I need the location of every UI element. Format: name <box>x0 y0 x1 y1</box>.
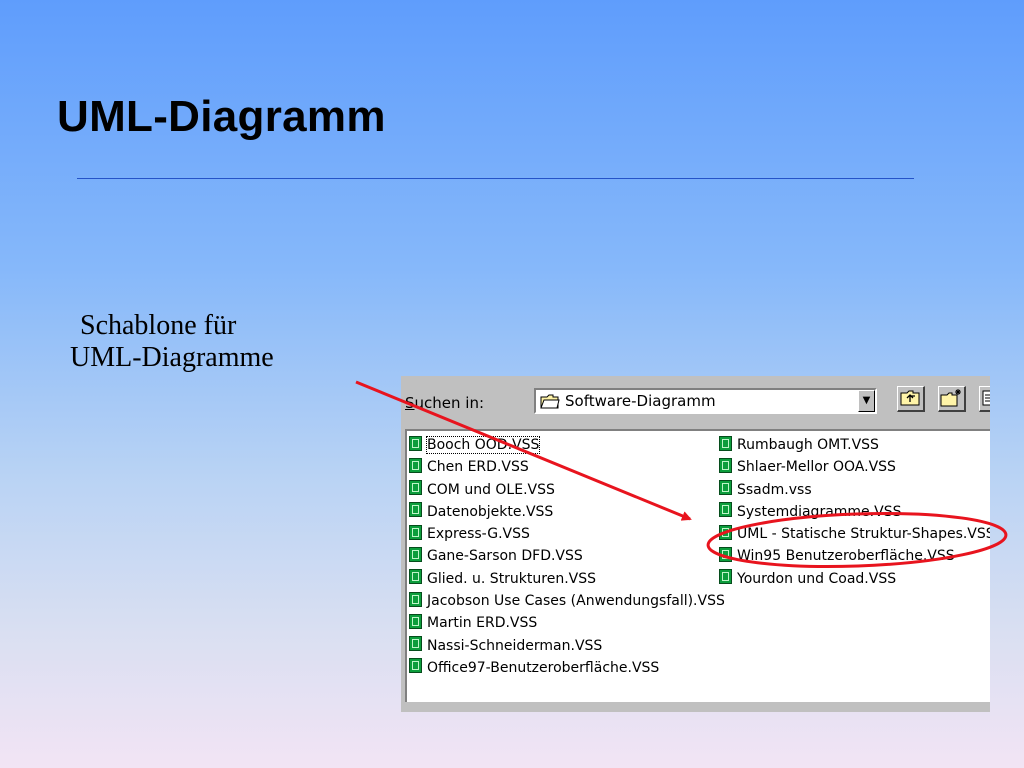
file-name: Nassi-Schneiderman.VSS <box>427 637 603 654</box>
file-list-item[interactable]: Yourdon und Coad.VSS <box>719 569 990 591</box>
caption-line-2: UML-Diagramme <box>70 342 274 373</box>
file-list-item[interactable]: Chen ERD.VSS <box>409 457 725 479</box>
caption: Schablone für UML-Diagramme <box>70 310 274 374</box>
file-name: Gane-Sarson DFD.VSS <box>427 548 583 565</box>
file-name: Rumbaugh OMT.VSS <box>737 437 879 453</box>
file-name: Office97-Benutzeroberfläche.VSS <box>427 659 660 676</box>
file-name: Datenobjekte.VSS <box>427 503 554 520</box>
file-list-column-2: Rumbaugh OMT.VSS Shlaer-Mellor OOA.VSS Ssa… <box>719 435 990 591</box>
visio-stencil-icon <box>719 457 732 473</box>
file-name: Systemdiagramme.VSS <box>737 503 902 520</box>
file-name: Booch OOD.VSS <box>425 436 541 454</box>
create-new-folder-button[interactable] <box>938 386 966 412</box>
caption-line-1: Schablone für <box>80 310 237 341</box>
file-list[interactable]: Booch OOD.VSS Chen ERD.VSS COM und OLE.VSS… <box>405 429 990 702</box>
visio-stencil-icon <box>409 658 422 674</box>
file-list-item[interactable]: Rumbaugh OMT.VSS <box>719 435 990 457</box>
up-one-level-icon <box>900 390 920 406</box>
look-in-label: Suchen in: <box>405 394 485 412</box>
file-list-item[interactable]: Jacobson Use Cases (Anwendungsfall).VSS <box>409 591 725 613</box>
look-in-value: Software-Diagramm <box>565 392 716 410</box>
visio-stencil-icon <box>719 524 732 540</box>
visio-stencil-icon <box>719 502 732 518</box>
list-view-icon <box>982 390 990 406</box>
file-list-item[interactable]: Systemdiagramme.VSS <box>719 502 990 524</box>
title-divider <box>77 178 914 179</box>
file-list-item[interactable]: Shlaer-Mellor OOA.VSS <box>719 457 990 479</box>
visio-stencil-icon <box>719 435 732 451</box>
visio-stencil-icon <box>409 457 422 473</box>
visio-stencil-icon <box>719 480 732 496</box>
dropdown-arrow-button[interactable]: ▼ <box>858 390 875 412</box>
visio-stencil-icon <box>409 546 422 562</box>
visio-stencil-icon <box>409 480 422 496</box>
file-name: Ssadm.vss <box>737 481 812 498</box>
folder-icon <box>540 394 560 409</box>
file-list-item[interactable]: Martin ERD.VSS <box>409 613 725 635</box>
file-list-item[interactable]: Gane-Sarson DFD.VSS <box>409 546 725 568</box>
file-list-column-1: Booch OOD.VSS Chen ERD.VSS COM und OLE.VSS… <box>409 435 725 680</box>
file-list-item[interactable]: Booch OOD.VSS <box>409 435 725 457</box>
slide-title: UML-Diagramm <box>57 92 386 141</box>
file-name: Express-G.VSS <box>427 526 530 543</box>
visio-stencil-icon <box>409 569 422 585</box>
file-name: Yourdon und Coad.VSS <box>737 570 897 587</box>
file-list-item[interactable]: Express-G.VSS <box>409 524 725 546</box>
file-name: Glied. u. Strukturen.VSS <box>427 570 597 587</box>
file-name: COM und OLE.VSS <box>427 481 555 498</box>
up-one-level-button[interactable] <box>897 386 925 412</box>
file-list-item[interactable]: Win95 Benutzeroberfläche.VSS <box>719 546 990 568</box>
file-name: UML - Statische Struktur-Shapes.VSS <box>737 526 990 543</box>
file-name: Martin ERD.VSS <box>427 615 538 632</box>
file-list-item[interactable]: UML - Statische Struktur-Shapes.VSS <box>719 524 990 546</box>
file-name: Jacobson Use Cases (Anwendungsfall).VSS <box>427 593 725 610</box>
file-list-item[interactable]: Office97-Benutzeroberfläche.VSS <box>409 658 725 680</box>
file-name: Shlaer-Mellor OOA.VSS <box>737 459 896 476</box>
visio-stencil-icon <box>409 591 422 607</box>
file-list-item[interactable]: Glied. u. Strukturen.VSS <box>409 569 725 591</box>
file-list-item[interactable]: COM und OLE.VSS <box>409 480 725 502</box>
look-in-dropdown[interactable]: Software-Diagramm ▼ <box>534 388 877 414</box>
file-name: Win95 Benutzeroberfläche.VSS <box>737 548 955 565</box>
visio-stencil-icon <box>409 613 422 629</box>
file-list-item[interactable]: Ssadm.vss <box>719 480 990 502</box>
visio-stencil-icon <box>409 524 422 540</box>
create-new-folder-icon <box>940 389 961 407</box>
file-list-item[interactable]: Nassi-Schneiderman.VSS <box>409 636 725 658</box>
file-name: Chen ERD.VSS <box>427 459 529 476</box>
file-list-item[interactable]: Datenobjekte.VSS <box>409 502 725 524</box>
visio-stencil-icon <box>409 636 422 652</box>
visio-stencil-icon <box>409 502 422 518</box>
visio-stencil-icon <box>719 569 732 585</box>
visio-stencil-icon <box>719 546 732 562</box>
file-open-dialog: Suchen in: Software-Diagramm ▼ Booch OOD… <box>401 376 990 712</box>
visio-stencil-icon <box>409 435 422 451</box>
list-view-button[interactable] <box>979 386 990 412</box>
